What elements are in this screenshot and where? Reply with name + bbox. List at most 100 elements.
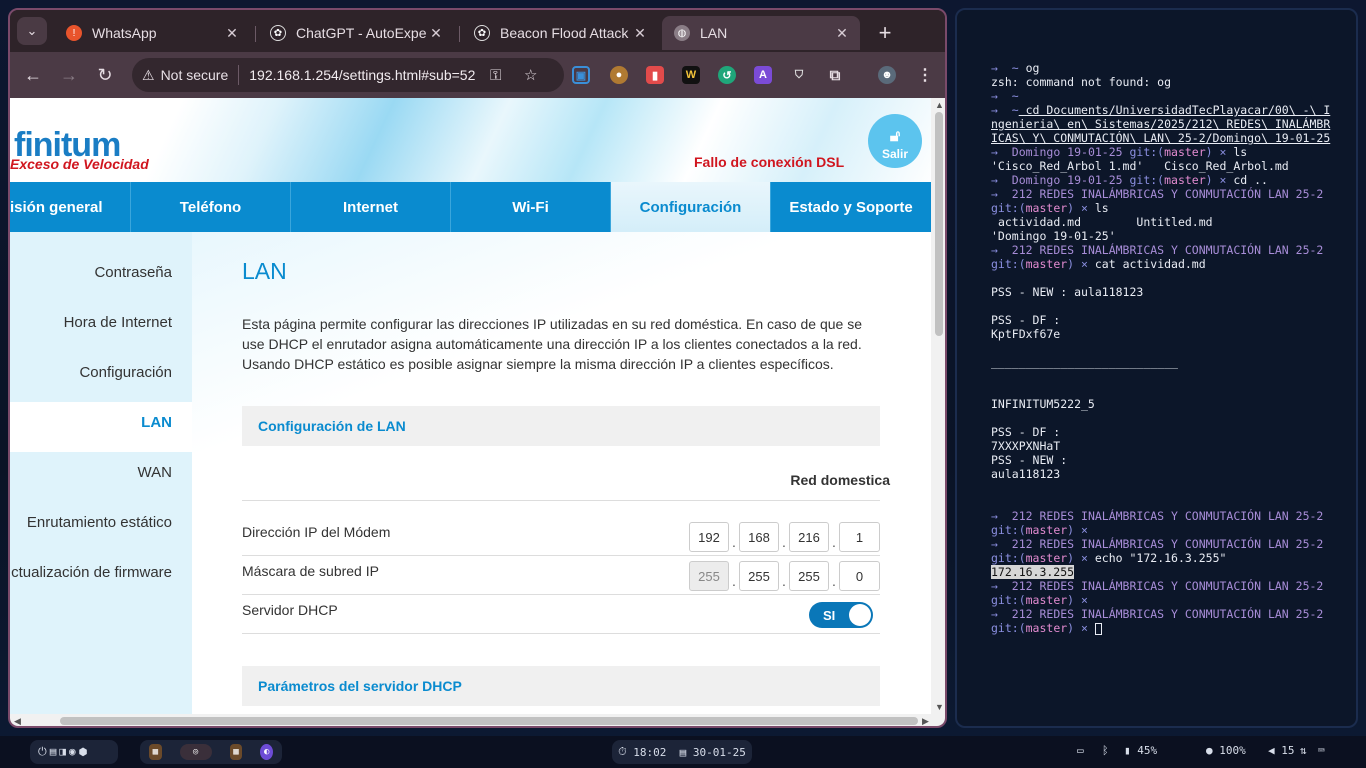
- sidebar-item-enrutamiento[interactable]: Enrutamiento estático: [27, 514, 172, 531]
- dhcp-server-toggle[interactable]: SI: [809, 602, 873, 628]
- tab-telefono[interactable]: Teléfono: [131, 182, 291, 232]
- octet-separator: .: [732, 573, 736, 589]
- close-icon[interactable]: ✕: [222, 25, 242, 42]
- tab-internet[interactable]: Internet: [291, 182, 451, 232]
- arrow-right-icon: →: [60, 64, 78, 85]
- tab-overview[interactable]: isión general: [10, 182, 131, 232]
- a-extension-icon[interactable]: A: [754, 66, 772, 84]
- cookie-extension-icon[interactable]: ●: [610, 66, 628, 84]
- sidebar-item-lan[interactable]: LAN: [141, 414, 172, 431]
- scroll-down-icon[interactable]: ▼: [935, 702, 944, 712]
- divider: [242, 500, 880, 501]
- bluetooth-icon[interactable]: ᛒ: [1102, 744, 1109, 757]
- terminal-line: → 212 REDES INALÁMBRICAS Y CONMUTACIÓN L…: [991, 509, 1331, 537]
- tab-chatgpt[interactable]: ✿ ChatGPT - AutoExpert ✕: [258, 16, 454, 50]
- extensions-puzzle-icon[interactable]: ⧉: [826, 66, 844, 84]
- sidebar-item-wan[interactable]: WAN: [138, 464, 172, 481]
- vertical-scrollbar[interactable]: ▲ ▼: [931, 98, 945, 714]
- scrollbar-thumb[interactable]: [60, 717, 918, 725]
- grammarly-extension-icon[interactable]: ↺: [718, 66, 736, 84]
- bookmark-star-icon[interactable]: ☆: [524, 66, 537, 84]
- security-indicator[interactable]: ⚠ Not secure: [142, 67, 228, 84]
- tab-search-button[interactable]: ⌄: [17, 17, 47, 45]
- workspace-indicator[interactable]: ⏻▤◨◉⬢: [30, 740, 118, 764]
- tab-wifi[interactable]: Wi-Fi: [451, 182, 611, 232]
- clock[interactable]: ⏱ 18:02 ▤ 30-01-25: [612, 740, 752, 764]
- sidebar-item-configuracion[interactable]: Configuración: [79, 364, 172, 381]
- tab-title: ChatGPT - AutoExpert: [296, 25, 426, 41]
- terminal-window[interactable]: → ~ og zsh: command not found: og → ~ → ~ c…: [955, 8, 1358, 728]
- sidebar-item-contrasena[interactable]: Contraseña: [94, 264, 172, 281]
- reload-icon: ↻: [97, 64, 113, 85]
- tab-title: Beacon Flood Attack: [500, 25, 629, 41]
- new-tab-button[interactable]: +: [872, 20, 898, 46]
- scroll-up-icon[interactable]: ▲: [935, 100, 944, 110]
- tab-whatsapp[interactable]: ! WhatsApp ✕: [54, 16, 250, 50]
- scrollbar-thumb[interactable]: [935, 112, 943, 336]
- sidebar-item-hora-internet[interactable]: Hora de Internet: [64, 314, 172, 331]
- terminal-line: → ~ cd Documents/UniversidadTecPlayacar/…: [991, 103, 1331, 145]
- terminal-line: → 212 REDES INALÁMBRICAS Y CONMUTACIÓN L…: [991, 537, 1331, 565]
- app-icon[interactable]: ◐: [260, 744, 274, 760]
- modem-ip-label: Dirección IP del Módem: [242, 524, 391, 540]
- menu-dots-icon[interactable]: ⋮: [916, 66, 934, 84]
- brightness-indicator[interactable]: ● 100%: [1206, 744, 1246, 757]
- key-icon[interactable]: ⚿: [490, 67, 501, 84]
- subnet-octet-1: 255: [689, 561, 729, 591]
- volume-level: 15: [1281, 744, 1295, 757]
- sidebar-item-firmware[interactable]: ctualización de firmware: [11, 564, 172, 581]
- terminal-app-icon[interactable]: ▦: [229, 744, 243, 760]
- modem-ip-octet-1[interactable]: 192: [689, 522, 729, 552]
- reload-button[interactable]: ↻: [92, 62, 118, 88]
- url-text[interactable]: 192.168.1.254/settings.html#sub=52: [249, 67, 475, 83]
- profile-avatar[interactable]: ☻: [878, 66, 896, 84]
- plus-icon: +: [878, 20, 892, 45]
- w-extension-icon[interactable]: W: [682, 66, 700, 84]
- tab-configuracion[interactable]: Configuración: [611, 182, 771, 232]
- chatgpt-icon: ✿: [270, 25, 286, 41]
- network-icon[interactable]: ⇅: [1300, 744, 1307, 757]
- arrow-left-icon: ←: [24, 64, 42, 85]
- scroll-right-icon[interactable]: ▶: [922, 716, 929, 726]
- modem-ip-octet-2[interactable]: 168: [739, 522, 779, 552]
- close-icon[interactable]: ✕: [426, 25, 446, 42]
- screenshot-extension-icon[interactable]: ▣: [572, 66, 590, 84]
- terminal-line: → 212 REDES INALÁMBRICAS Y CONMUTACIÓN L…: [991, 243, 1331, 271]
- terminal-line: KptFDxf67e: [991, 327, 1061, 341]
- scroll-left-icon[interactable]: ◀: [14, 716, 21, 726]
- subnet-octet-3[interactable]: 255: [789, 561, 829, 591]
- subnet-octet-4[interactable]: 0: [839, 561, 880, 591]
- page-viewport: finitum Exceso de Velocidad Fallo de con…: [10, 98, 931, 714]
- back-button[interactable]: ←: [20, 62, 46, 88]
- battery-indicator[interactable]: ▮ 45%: [1124, 744, 1157, 757]
- brightness-icon: ●: [1206, 744, 1213, 757]
- browser-window: ⌄ ! WhatsApp ✕ ✿ ChatGPT - AutoExpert ✕ …: [8, 8, 947, 728]
- subnet-octet-2[interactable]: 255: [739, 561, 779, 591]
- chevron-down-icon: ⌄: [26, 23, 38, 38]
- terminal-line: → ~: [991, 89, 1019, 103]
- forward-button[interactable]: →: [56, 62, 82, 88]
- close-icon[interactable]: ✕: [832, 25, 852, 42]
- modem-ip-octet-4[interactable]: 1: [839, 522, 880, 552]
- terminal-line: 172.16.3.255: [991, 565, 1075, 579]
- tab-beacon-flood[interactable]: ✿ Beacon Flood Attack ✕: [462, 16, 658, 50]
- shield-extension-icon[interactable]: ⛉: [790, 66, 808, 84]
- reader-extension-icon[interactable]: ▮: [646, 66, 664, 84]
- screen-icon[interactable]: ▭: [1077, 744, 1084, 757]
- horizontal-scrollbar[interactable]: ◀ ▶: [10, 714, 945, 726]
- terminal-line: PSS - NEW : aula118123: [991, 285, 1144, 299]
- logout-button[interactable]: 🔓︎ Salir: [868, 114, 922, 168]
- close-icon[interactable]: ✕: [630, 25, 650, 42]
- chrome-app-icon[interactable]: ◎: [179, 744, 212, 760]
- modem-ip-octet-3[interactable]: 216: [789, 522, 829, 552]
- terminal-app-icon[interactable]: ▦: [149, 744, 162, 760]
- tab-lan[interactable]: ◍ LAN ✕: [662, 16, 860, 50]
- calendar-icon: ▤: [679, 745, 687, 759]
- volume-indicator[interactable]: ◀ 15: [1268, 744, 1295, 757]
- terminal-line: PSS - DF :: [991, 425, 1061, 439]
- keyboard-icon[interactable]: ⌨: [1318, 744, 1325, 757]
- tab-estado-soporte[interactable]: Estado y Soporte: [771, 182, 931, 232]
